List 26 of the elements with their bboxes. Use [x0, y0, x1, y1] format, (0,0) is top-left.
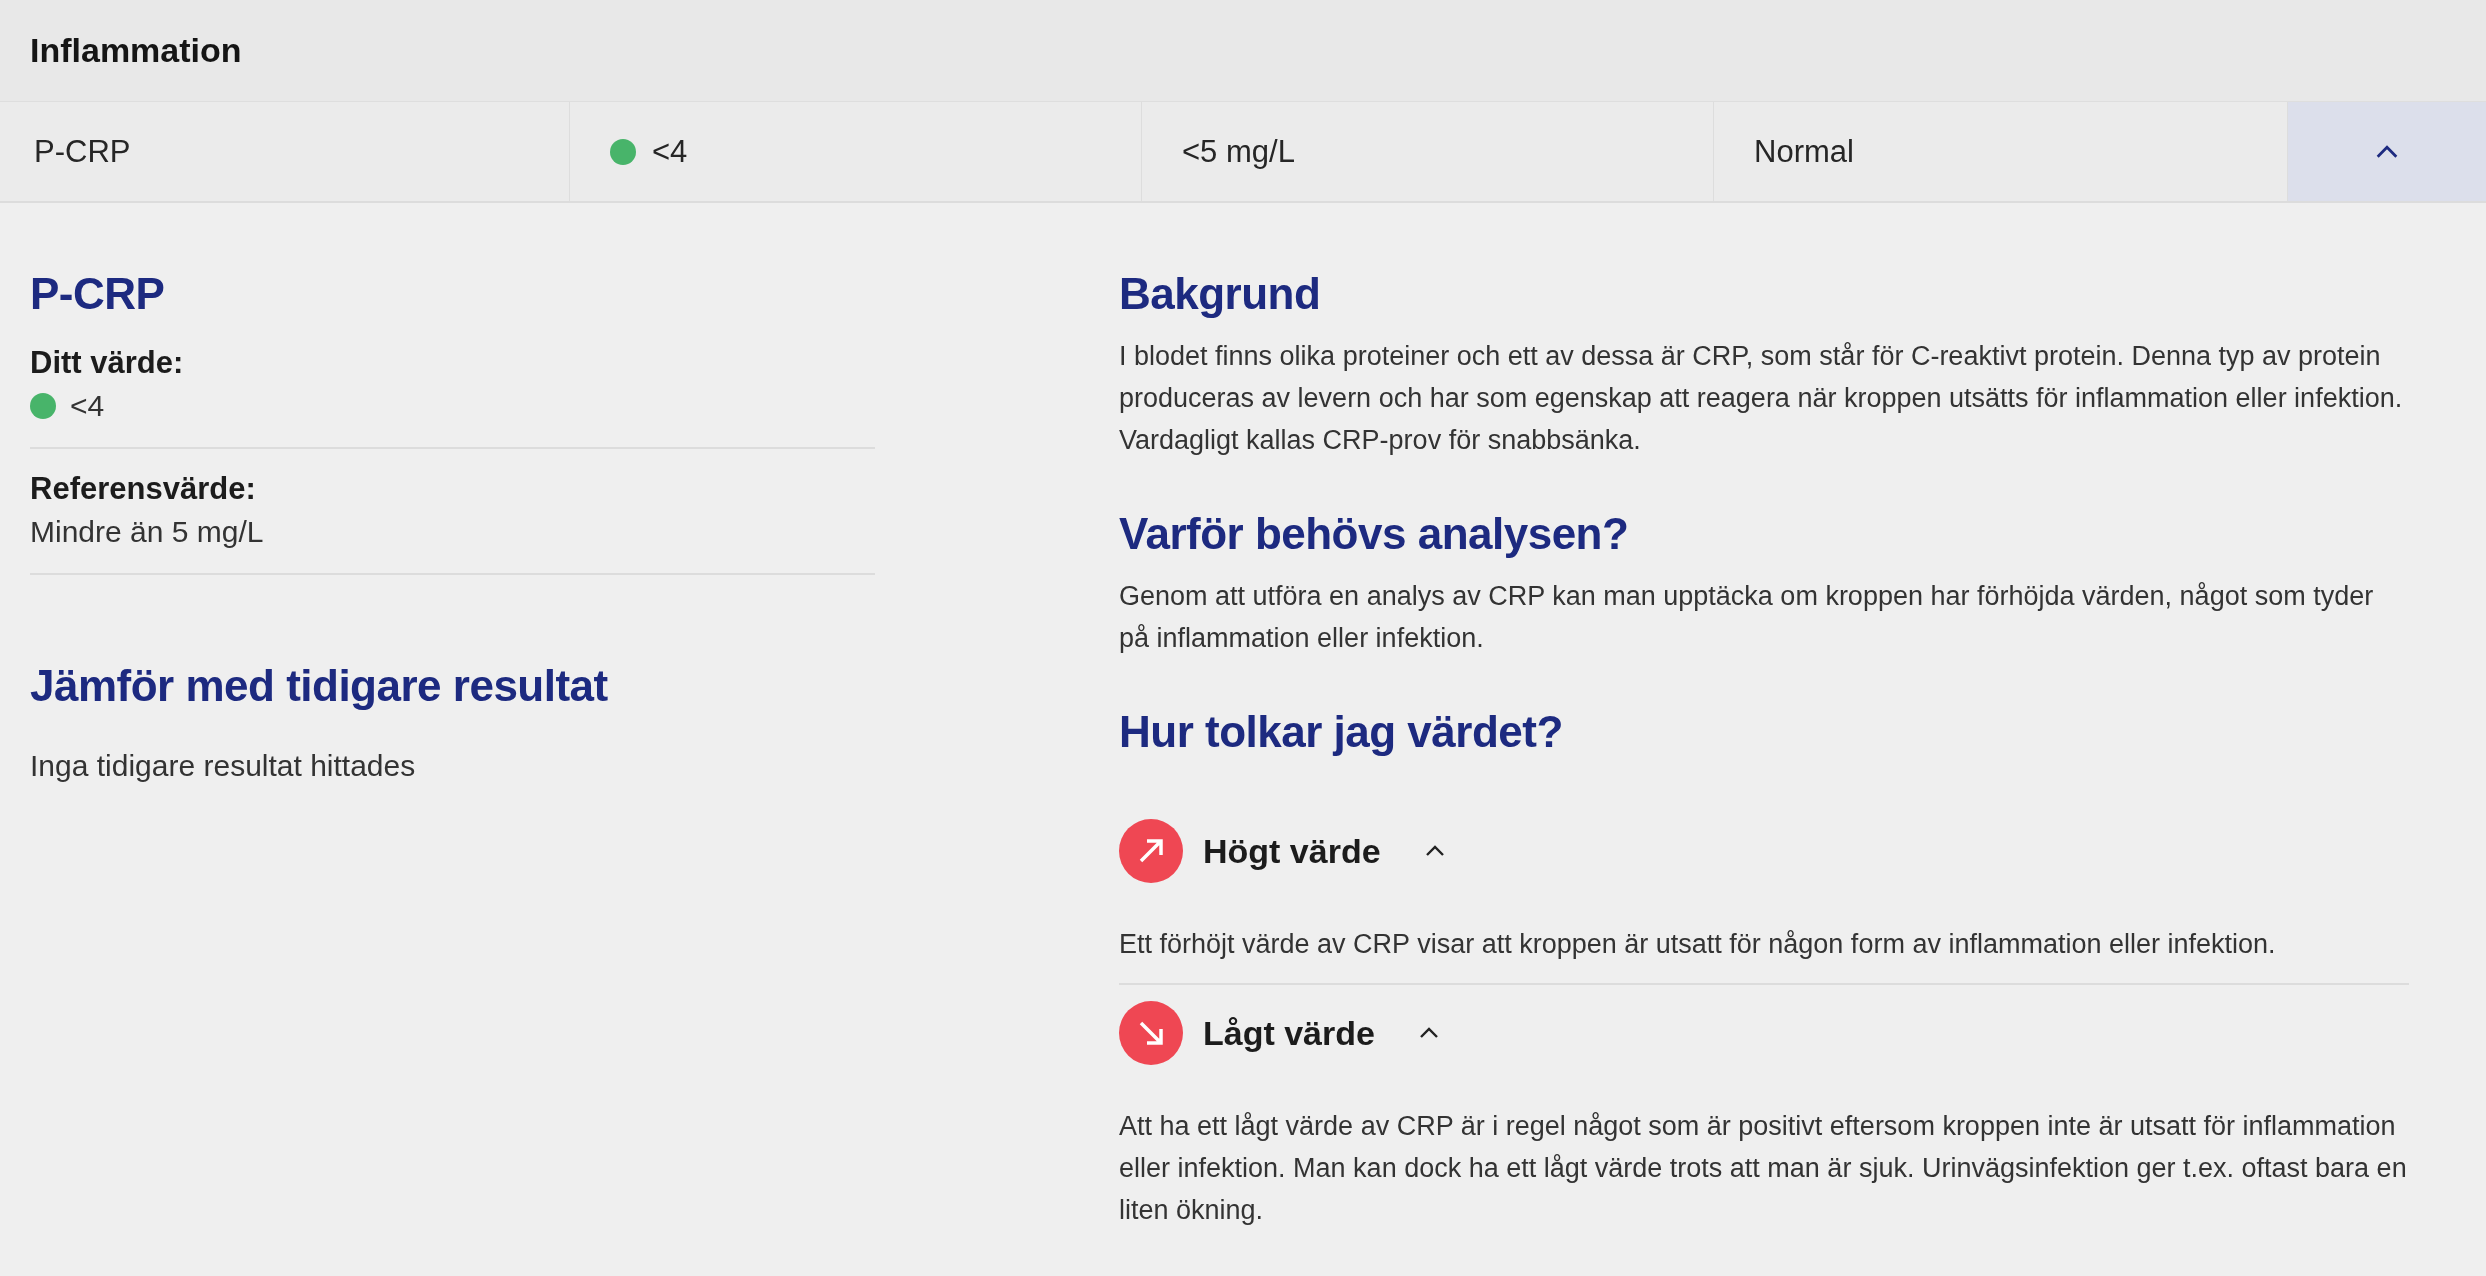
accordion-text: Ett förhöjt värde av CRP visar att kroppen är utsatt för någon form av inflammation eller infektion.: [1119, 928, 2277, 961]
reference-value: Mindre än 5 mg/L: [30, 515, 264, 549]
result-value: <4: [652, 133, 688, 170]
section-heading: Varför behövs analysen?: [1119, 509, 1630, 559]
reference-label: Referensvärde:: [30, 471, 257, 507]
compare-heading: Jämför med tidigare resultat: [30, 661, 609, 711]
arrow-up-right-icon: [1119, 819, 1183, 883]
test-name-cell: P-CRP: [0, 102, 570, 201]
chevron-up-icon: [2375, 144, 2399, 159]
chevron-up-icon: [1424, 845, 1445, 857]
chevron-up-icon: [1418, 1027, 1439, 1039]
reference-cell: <5 mg/L: [1142, 102, 1714, 201]
section-heading: Bakgrund: [1119, 269, 1322, 319]
arrow-down-right-icon: [1119, 1001, 1183, 1065]
accordion-toggle[interactable]: Lågt värde: [1119, 985, 1439, 1081]
your-value: <4: [70, 389, 105, 423]
accordion-text: Att ha ett lågt värde av CRP är i regel något som är positivt eftersom kroppen inte är utsatt för inflammation eller infektion. Man kan dock ha ett lågt värde trots att man är sjuk. Urinvägsinfektion ger t.ex. oftast bara en liten ökning.: [1119, 1110, 2408, 1227]
compare-text: Inga tidigare resultat hittades: [30, 749, 417, 783]
section-paragraph: Genom att utföra en analys av CRP kan man upptäcka om kroppen har förhöjda värden, något som tyder på inflammation eller infektion.: [1119, 580, 2375, 655]
section-title: Inflammation: [30, 31, 242, 70]
collapse-button[interactable]: [2288, 102, 2486, 201]
section-paragraph: I blodet finns olika proteiner och ett av dessa är CRP, som står för C-reaktivt protein. Denna typ av protein produceras av levern och har som egenskap att reagera när kroppen utsätts för inflammation eller infektion. Vardagligt kallas CRP-prov för snabbsänka.: [1119, 340, 2404, 457]
interpretation-heading: Hur tolkar jag värdet?: [1119, 707, 1564, 757]
test-title: P-CRP: [30, 269, 166, 319]
accordion-toggle[interactable]: Högt värde: [1119, 803, 1445, 899]
your-value-label: Ditt värde:: [30, 345, 185, 381]
